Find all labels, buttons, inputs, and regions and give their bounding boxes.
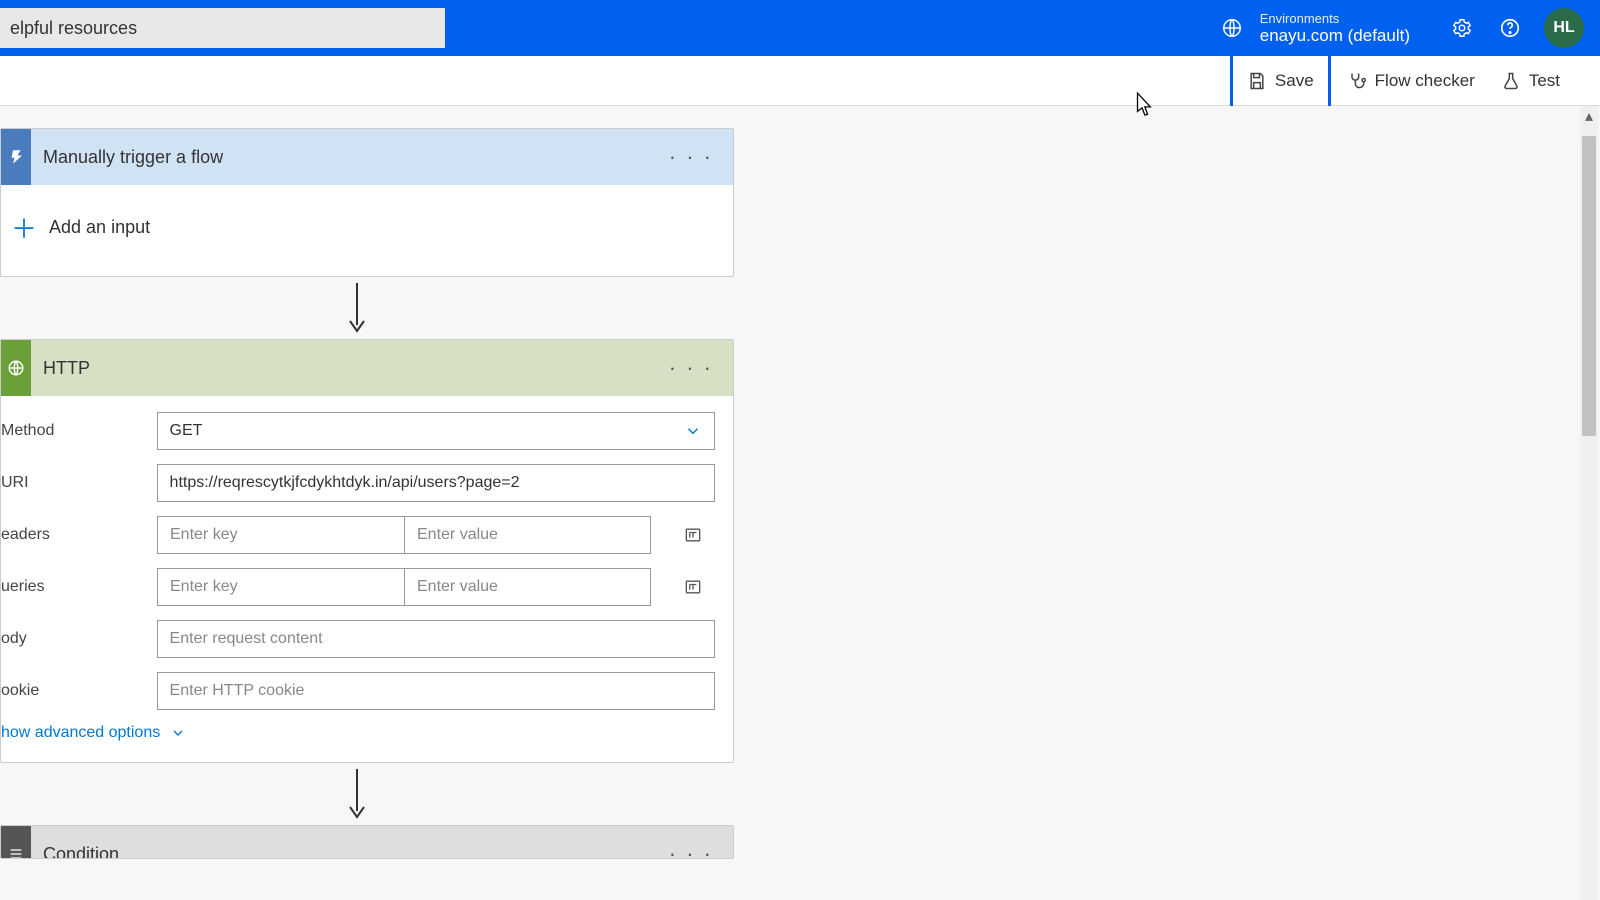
headers-label: eaders — [1, 526, 157, 544]
header-key-input[interactable] — [157, 516, 404, 554]
save-label: Save — [1275, 71, 1314, 91]
trigger-card[interactable]: Manually trigger a flow · · · ＋ Add an i… — [0, 128, 734, 277]
method-value: GET — [170, 422, 203, 440]
http-card-title: HTTP — [43, 358, 663, 379]
save-icon — [1247, 71, 1267, 91]
http-card[interactable]: HTTP · · · Method GET URI eaders — [0, 339, 734, 763]
editor-toolbar: Save Flow checker Test — [0, 56, 1600, 106]
test-label: Test — [1529, 71, 1560, 91]
test-button[interactable]: Test — [1491, 65, 1570, 97]
query-value-input[interactable] — [404, 568, 651, 606]
help-button[interactable] — [1492, 10, 1528, 46]
environment-picker[interactable]: Environments enayu.com (default) — [1260, 11, 1410, 46]
flow-checker-label: Flow checker — [1375, 71, 1475, 91]
http-card-header[interactable]: HTTP · · · — [1, 340, 733, 396]
show-advanced-options[interactable]: how advanced options — [1, 724, 715, 742]
stethoscope-icon — [1347, 71, 1367, 91]
method-label: Method — [1, 422, 157, 440]
trigger-icon — [1, 129, 31, 185]
flow-arrow — [0, 763, 724, 825]
scrollbar-up-icon[interactable]: ▴ — [1580, 106, 1598, 126]
query-key-input[interactable] — [157, 568, 404, 606]
settings-button[interactable] — [1444, 10, 1480, 46]
condition-card-header[interactable]: Condition · · · — [1, 826, 733, 859]
queries-label: ueries — [1, 578, 157, 596]
environment-value: enayu.com (default) — [1260, 26, 1410, 46]
chevron-down-icon — [684, 422, 702, 440]
condition-card-title: Condition — [43, 844, 663, 860]
plus-icon: ＋ — [11, 209, 37, 246]
trigger-card-header[interactable]: Manually trigger a flow · · · — [1, 129, 733, 185]
http-icon — [1, 340, 31, 396]
add-input-label: Add an input — [49, 217, 150, 238]
globe-icon — [1218, 14, 1246, 42]
uri-input[interactable] — [157, 464, 715, 502]
add-input-button[interactable]: ＋ Add an input — [11, 209, 723, 246]
trigger-card-title: Manually trigger a flow — [43, 147, 663, 168]
condition-card[interactable]: Condition · · · — [0, 825, 734, 859]
scrollbar-thumb[interactable] — [1582, 136, 1596, 436]
advanced-options-label: how advanced options — [1, 724, 160, 742]
condition-icon — [1, 826, 31, 859]
query-text-mode-button[interactable] — [679, 573, 707, 601]
chevron-down-icon — [170, 725, 186, 741]
cookie-input[interactable] — [157, 672, 715, 710]
app-topbar: Environments enayu.com (default) HL — [0, 0, 1600, 56]
flow-arrow — [0, 277, 724, 339]
body-input[interactable] — [157, 620, 715, 658]
method-select[interactable]: GET — [157, 412, 715, 450]
flow-canvas[interactable]: ▴ Manually trigger a flow · · · ＋ Add an… — [0, 106, 1600, 900]
flask-icon — [1501, 71, 1521, 91]
flow-checker-button[interactable]: Flow checker — [1337, 65, 1485, 97]
header-value-input[interactable] — [404, 516, 651, 554]
save-button[interactable]: Save — [1230, 50, 1331, 112]
avatar[interactable]: HL — [1544, 8, 1584, 48]
body-label: ody — [1, 630, 157, 648]
environment-label: Environments — [1260, 11, 1410, 26]
trigger-card-menu[interactable]: · · · — [663, 144, 719, 170]
search-input[interactable] — [0, 8, 445, 48]
cookie-label: ookie — [1, 682, 157, 700]
uri-label: URI — [1, 474, 157, 492]
scrollbar[interactable]: ▴ — [1580, 106, 1598, 900]
http-card-menu[interactable]: · · · — [663, 355, 719, 381]
avatar-initials: HL — [1553, 19, 1574, 37]
condition-card-menu[interactable]: · · · — [663, 841, 719, 859]
header-text-mode-button[interactable] — [679, 521, 707, 549]
